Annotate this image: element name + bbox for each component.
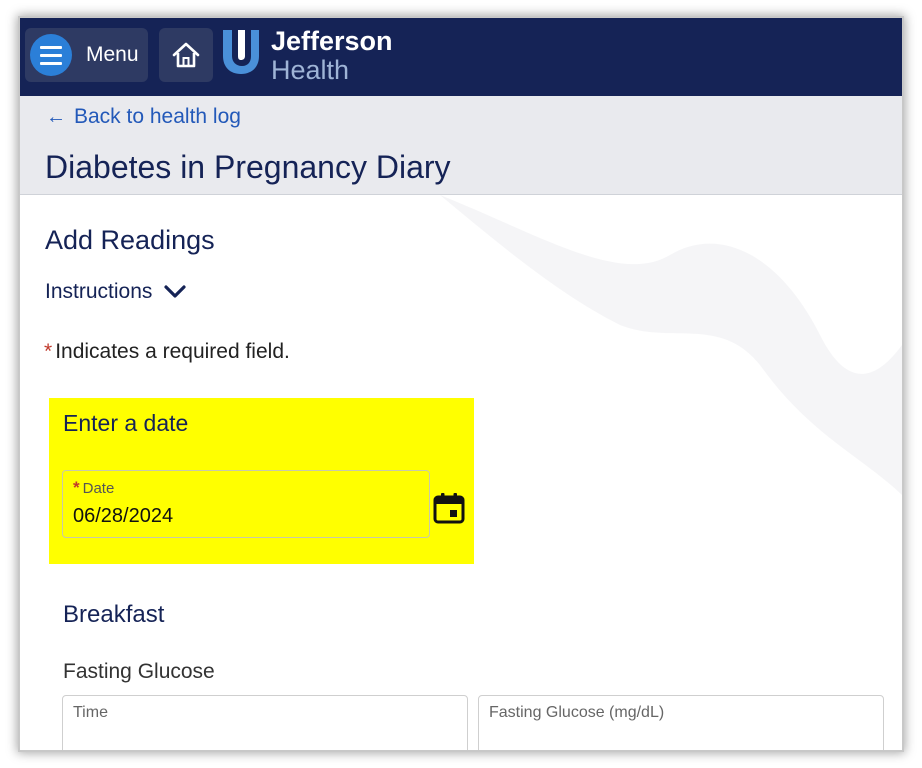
instructions-toggle[interactable]: Instructions [45,280,186,304]
date-input[interactable]: * Date 06/28/2024 [62,470,430,538]
app-window: Menu Jefferson Health ← Back to health l… [20,18,902,750]
page-title: Diabetes in Pregnancy Diary [45,149,451,185]
hamburger-icon [30,34,72,76]
date-label-text: Date [82,480,115,497]
back-to-health-log-link[interactable]: ← Back to health log [46,105,241,129]
required-note-text: Indicates a required field. [55,340,290,363]
back-link-label: Back to health log [74,105,241,128]
time-input[interactable]: Time [62,695,468,750]
jefferson-logo-icon [223,30,259,74]
home-icon [172,42,200,68]
fasting-glucose-label: Fasting Glucose [63,660,215,683]
date-value: 06/28/2024 [73,505,174,527]
home-button[interactable] [159,28,213,82]
date-field-label: * Date [73,478,114,498]
date-card-title: Enter a date [63,410,189,436]
breakfast-heading: Breakfast [63,601,165,628]
fasting-glucose-placeholder: Fasting Glucose (mg/dL) [489,704,665,721]
arrow-left-icon: ← [46,105,66,128]
section-title-add-readings: Add Readings [45,225,215,255]
instructions-label: Instructions [45,280,153,303]
date-required-asterisk: * [73,478,80,497]
logo-text-health: Health [271,55,350,85]
menu-button[interactable]: Menu [25,28,148,82]
fasting-glucose-input[interactable]: Fasting Glucose (mg/dL) [478,695,884,750]
calendar-icon [433,493,465,524]
menu-label: Menu [86,43,139,66]
jefferson-health-logo[interactable]: Jefferson Health [221,26,393,86]
required-asterisk: * [44,340,53,363]
logo-text-jefferson: Jefferson [271,26,393,56]
chevron-down-icon [164,285,186,298]
calendar-button[interactable] [432,491,466,525]
required-field-note: * Indicates a required field. [44,340,290,364]
time-placeholder: Time [73,704,108,721]
top-nav-bar: Menu Jefferson Health [20,18,902,96]
enter-date-card: Enter a date * Date 06/28/2024 [49,398,474,564]
